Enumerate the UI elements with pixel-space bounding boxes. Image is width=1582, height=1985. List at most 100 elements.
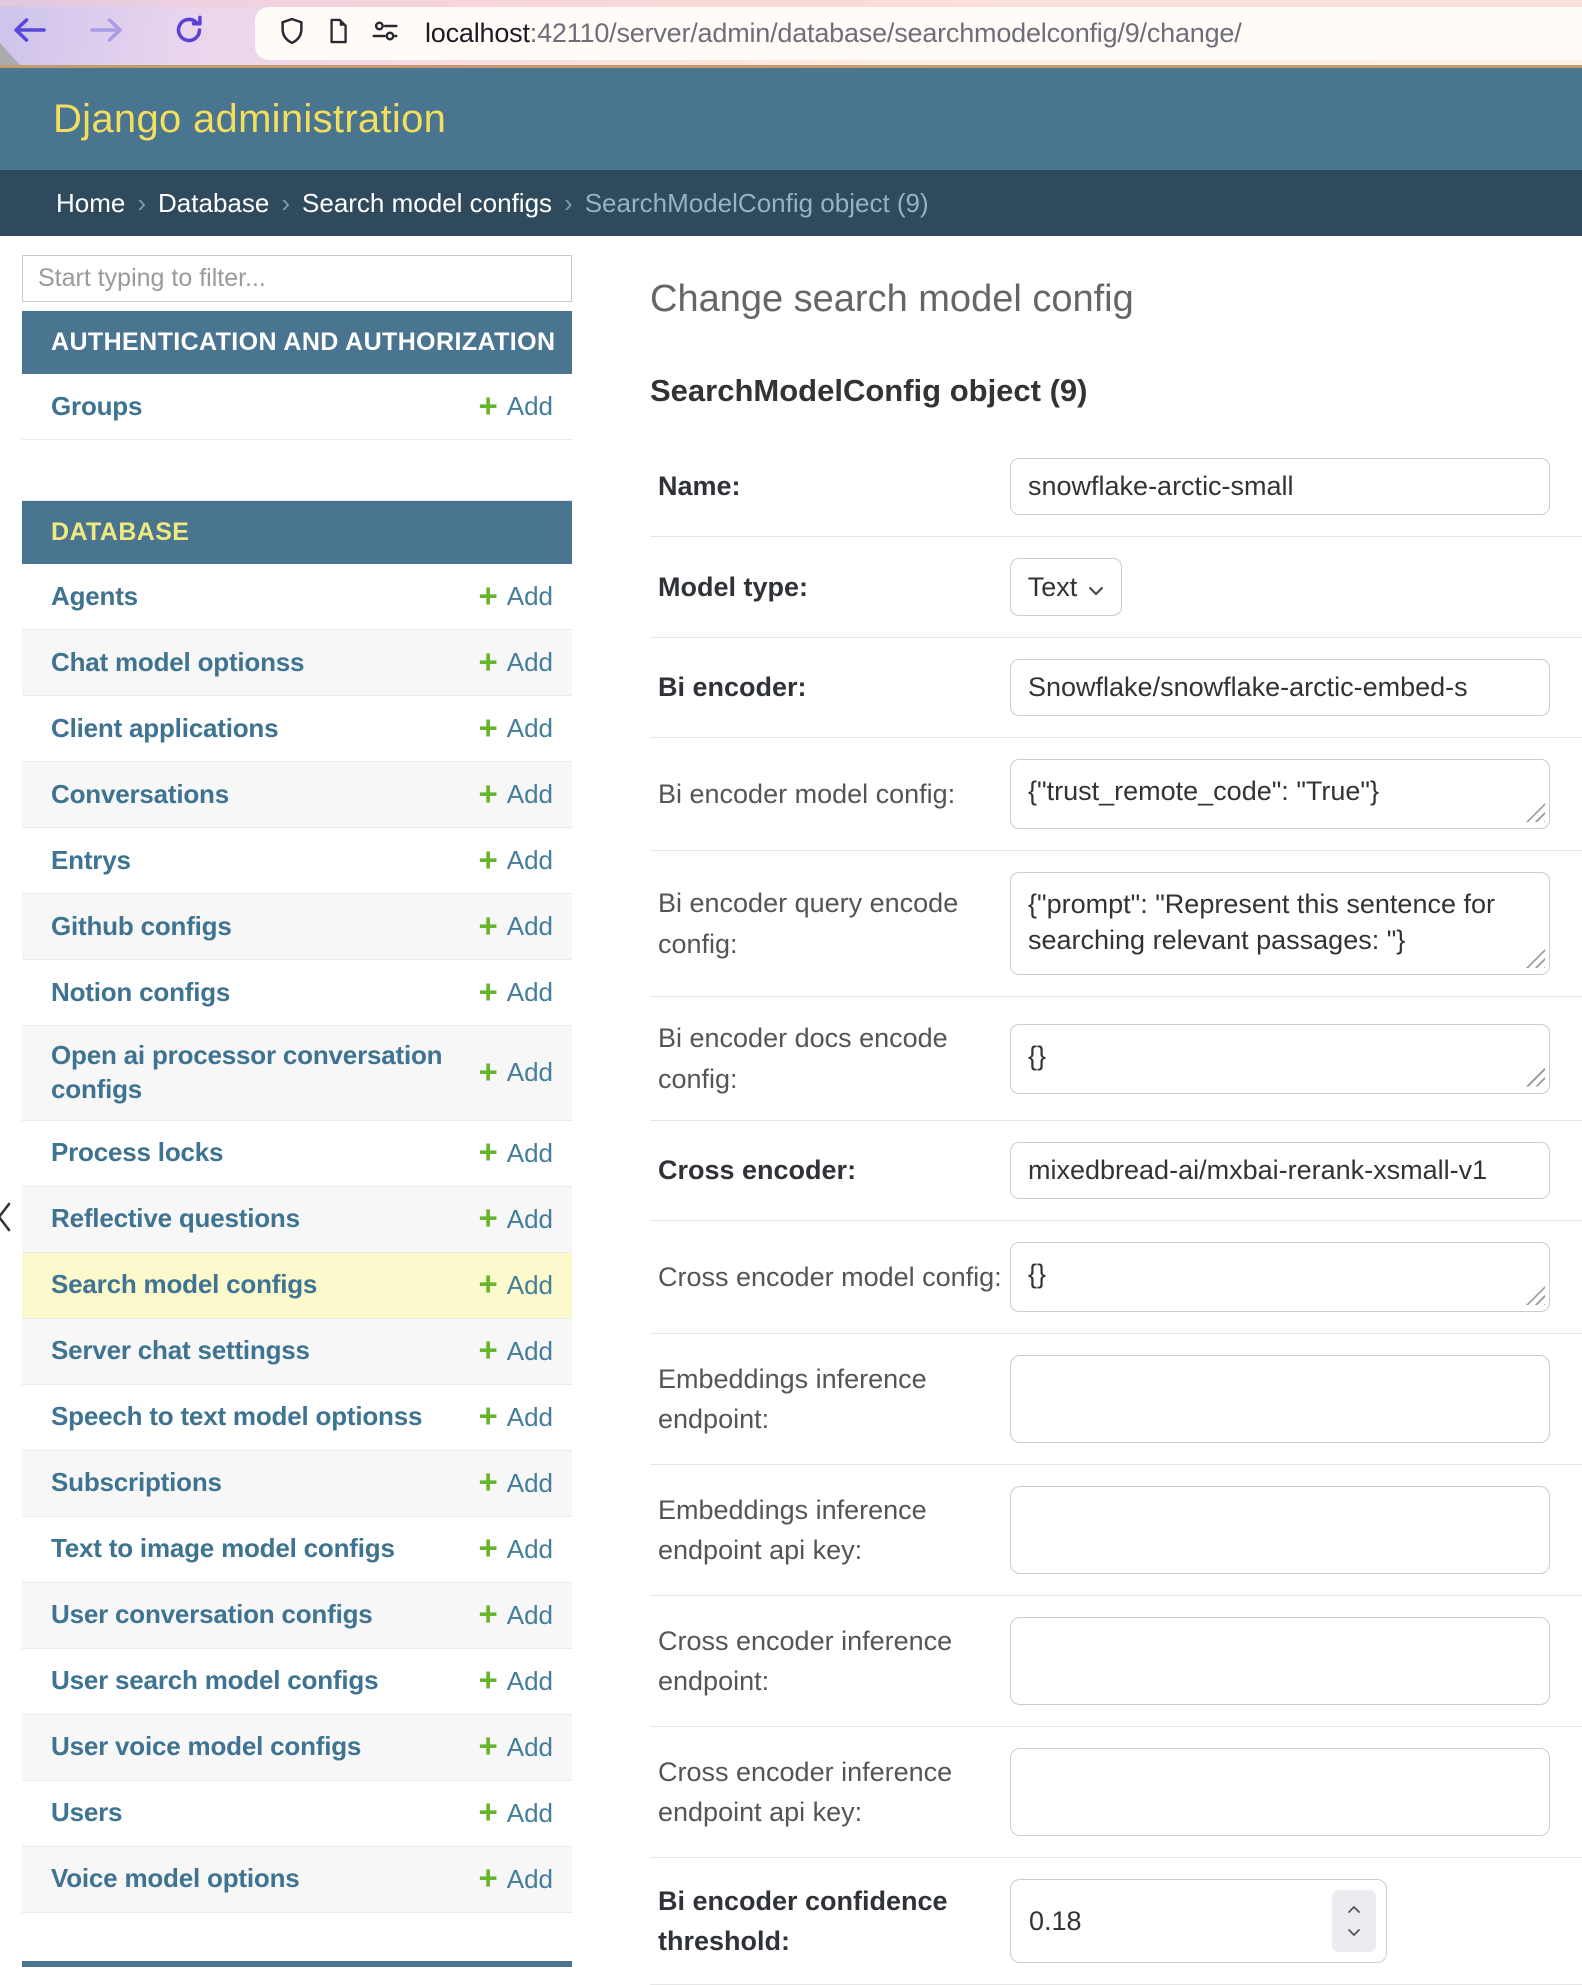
sidebar-add-link[interactable]: +Add — [478, 1798, 553, 1829]
form-row: Embeddings inference endpoint: — [650, 1334, 1582, 1465]
bi-encoder-query-encode-config-textarea[interactable] — [1010, 872, 1550, 975]
cross-encoder-model-config-textarea[interactable] — [1010, 1242, 1550, 1312]
sidebar: AUTHENTICATION AND AUTHORIZATION Groups … — [22, 255, 572, 1967]
bi-encoder-docs-encode-config-label: Bi encoder docs encode config: — [650, 1018, 1002, 1099]
breadcrumb-home-link[interactable]: Home — [56, 188, 125, 219]
plus-icon: + — [478, 977, 497, 1007]
bi-encoder-docs-encode-config-textarea[interactable] — [1010, 1024, 1550, 1094]
sidebar-collapse-toggle[interactable] — [0, 1200, 12, 1239]
sidebar-add-link[interactable]: +Add — [478, 1732, 553, 1763]
embeddings-inference-endpoint-api-key-input[interactable] — [1010, 1486, 1550, 1574]
sidebar-item: Entrys +Add — [22, 828, 572, 894]
sidebar-model-link[interactable]: Voice model options — [51, 1849, 300, 1909]
sidebar-add-link[interactable]: +Add — [478, 1864, 553, 1895]
cross-encoder-inference-endpoint-label: Cross encoder inference endpoint: — [650, 1621, 1002, 1702]
name-input[interactable] — [1010, 458, 1550, 515]
sidebar-add-link[interactable]: +Add — [478, 1336, 553, 1367]
bi-encoder-model-config-textarea[interactable] — [1010, 759, 1550, 829]
sidebar-model-link[interactable]: Open ai processor conversation configs — [51, 1026, 443, 1120]
url-text[interactable]: localhost:42110/server/admin/database/se… — [425, 18, 1242, 49]
spinner-up-icon[interactable] — [1347, 1901, 1361, 1919]
browser-chrome: localhost:42110/server/admin/database/se… — [0, 0, 1582, 68]
shield-icon[interactable] — [277, 16, 307, 51]
browser-refresh-button[interactable] — [166, 0, 212, 65]
sidebar-model-link[interactable]: User search model configs — [51, 1651, 378, 1711]
sidebar-model-link[interactable]: Github configs — [51, 897, 232, 957]
field-control: Text — [1002, 558, 1582, 616]
sidebar-model-link[interactable]: Conversations — [51, 765, 229, 825]
cross-encoder-input[interactable] — [1010, 1142, 1550, 1199]
sidebar-add-link[interactable]: +Add — [478, 391, 553, 422]
field-control — [1002, 1242, 1582, 1312]
sidebar-add-link[interactable]: +Add — [478, 581, 553, 612]
model-type-select[interactable]: Text — [1010, 558, 1122, 616]
sidebar-add-link[interactable]: +Add — [478, 1204, 553, 1235]
browser-forward-button[interactable] — [84, 0, 130, 65]
form-row: Bi encoder docs encode config: — [650, 997, 1582, 1121]
sidebar-item: Server chat settingss +Add — [22, 1319, 572, 1385]
sidebar-model-link[interactable]: Process locks — [51, 1123, 223, 1183]
sidebar-add-link[interactable]: +Add — [478, 1057, 553, 1088]
sidebar-add-link[interactable]: +Add — [478, 779, 553, 810]
bi-encoder-input[interactable] — [1010, 659, 1550, 716]
plus-icon: + — [478, 1401, 497, 1431]
sidebar-add-link[interactable]: +Add — [478, 713, 553, 744]
sidebar-model-link[interactable]: Client applications — [51, 699, 278, 759]
permissions-sliders-icon[interactable] — [369, 16, 401, 51]
breadcrumb-separator: › — [281, 188, 290, 219]
sidebar-add-link[interactable]: +Add — [478, 1270, 553, 1301]
sidebar-model-link[interactable]: Chat model optionss — [51, 633, 304, 693]
url-bar[interactable]: localhost:42110/server/admin/database/se… — [255, 7, 1582, 60]
sidebar-add-link[interactable]: +Add — [478, 845, 553, 876]
breadcrumb-database-link[interactable]: Database — [158, 188, 269, 219]
sidebar-add-link[interactable]: +Add — [478, 1138, 553, 1169]
sidebar-filter-input[interactable] — [22, 255, 572, 302]
sidebar-model-link[interactable]: Server chat settingss — [51, 1321, 310, 1381]
sidebar-add-link[interactable]: +Add — [478, 647, 553, 678]
main-content: Change search model config SearchModelCo… — [650, 236, 1582, 1985]
sidebar-add-link[interactable]: +Add — [478, 1666, 553, 1697]
sidebar-add-link[interactable]: +Add — [478, 911, 553, 942]
spinner-down-icon[interactable] — [1347, 1924, 1361, 1942]
sidebar-model-link[interactable]: User conversation configs — [51, 1585, 373, 1645]
sidebar-add-link[interactable]: +Add — [478, 1402, 553, 1433]
cross-encoder-inference-endpoint-api-key-input[interactable] — [1010, 1748, 1550, 1836]
form-row: Bi encoder: — [650, 638, 1582, 738]
sidebar-model-link[interactable]: Text to image model configs — [51, 1519, 395, 1579]
bi-encoder-confidence-threshold-input[interactable] — [1010, 1879, 1387, 1963]
sidebar-model-link[interactable]: Groups — [51, 377, 142, 437]
field-control — [1002, 1486, 1582, 1574]
sidebar-add-link[interactable]: +Add — [478, 977, 553, 1008]
sidebar-model-link[interactable]: Subscriptions — [51, 1453, 222, 1513]
sidebar-model-link[interactable]: Speech to text model optionss — [51, 1387, 422, 1447]
plus-icon: + — [478, 391, 497, 421]
sidebar-section-caption: DATABASE — [22, 501, 572, 564]
field-control — [1002, 1355, 1582, 1443]
cross-encoder-inference-endpoint-input[interactable] — [1010, 1617, 1550, 1705]
sidebar-model-link[interactable]: User voice model configs — [51, 1717, 361, 1777]
sidebar-model-link[interactable]: Search model configs — [51, 1255, 317, 1315]
plus-icon: + — [478, 1665, 497, 1695]
sidebar-add-link[interactable]: +Add — [478, 1534, 553, 1565]
sidebar-model-link[interactable]: Agents — [51, 567, 138, 627]
form-row: Cross encoder inference endpoint api key… — [650, 1727, 1582, 1858]
embeddings-inference-endpoint-input[interactable] — [1010, 1355, 1550, 1443]
sidebar-add-link[interactable]: +Add — [478, 1468, 553, 1499]
sidebar-item: Notion configs +Add — [22, 960, 572, 1026]
sidebar-model-link[interactable]: Reflective questions — [51, 1189, 300, 1249]
sidebar-model-link[interactable]: Notion configs — [51, 963, 230, 1023]
embeddings-inference-endpoint-api-key-label: Embeddings inference endpoint api key: — [650, 1490, 1002, 1571]
page-info-icon[interactable] — [324, 16, 352, 51]
name-label: Name: — [650, 466, 1002, 507]
back-arrow-icon — [10, 15, 48, 50]
sidebar-add-link[interactable]: +Add — [478, 1600, 553, 1631]
site-title-link[interactable]: Django administration — [53, 97, 446, 142]
number-spinner[interactable] — [1332, 1890, 1376, 1952]
sidebar-model-link[interactable]: Users — [51, 1783, 122, 1843]
cross-encoder-inference-endpoint-api-key-label: Cross encoder inference endpoint api key… — [650, 1752, 1002, 1833]
breadcrumb-search-model-configs-link[interactable]: Search model configs — [302, 188, 552, 219]
form-row: Bi encoder query encode config: — [650, 851, 1582, 997]
browser-back-button[interactable] — [6, 0, 52, 65]
sidebar-model-link[interactable]: Entrys — [51, 831, 131, 891]
sidebar-empty-row — [22, 440, 572, 501]
